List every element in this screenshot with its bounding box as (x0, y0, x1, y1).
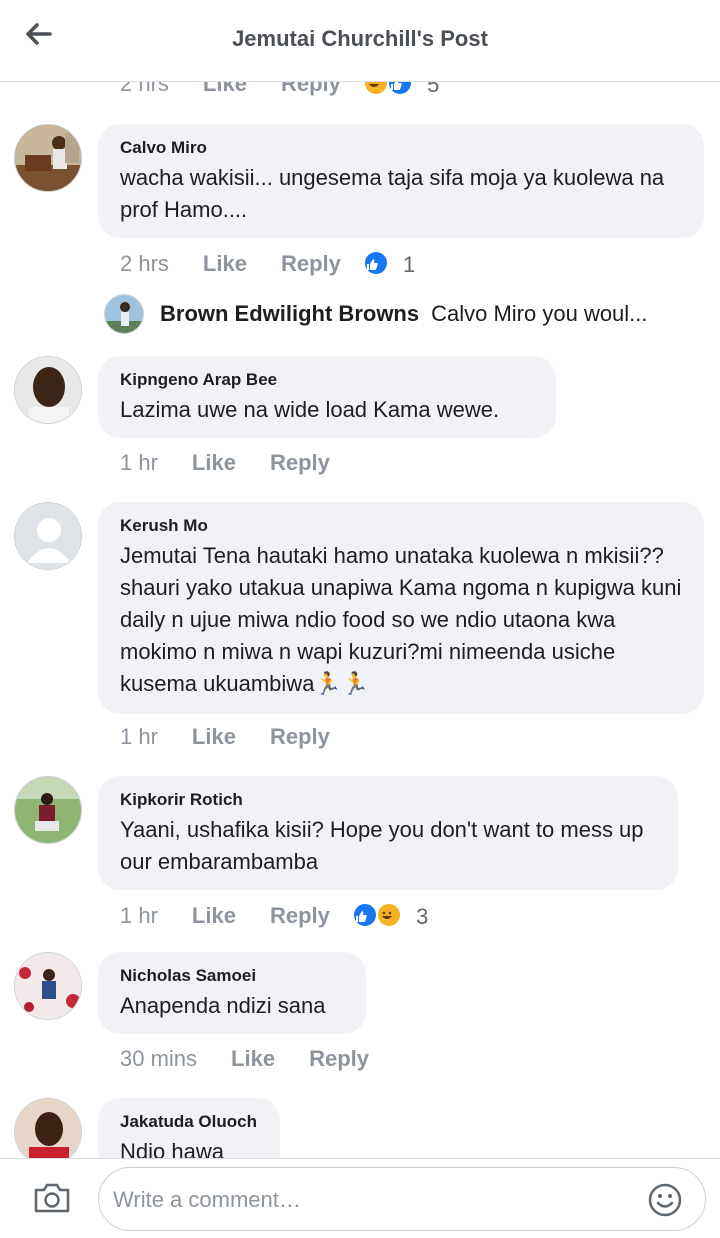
commenter-name[interactable]: Kipkorir Rotich (120, 790, 656, 810)
commenter-name[interactable]: Jakatuda Oluoch (120, 1112, 258, 1132)
commenter-name[interactable]: Kerush Mo (120, 516, 682, 536)
smiley-icon[interactable] (647, 1182, 683, 1218)
reply-link[interactable]: Reply (281, 251, 341, 277)
comment-time: 2 hrs (120, 82, 169, 96)
reply-link[interactable]: Reply (270, 903, 330, 929)
comment-text: wacha wakisii... ungesema taja sifa moja… (120, 165, 665, 222)
reaction-count: 3 (416, 904, 429, 929)
comment-text: Ndio hawa (120, 1139, 224, 1158)
comment-text: Lazima uwe na wide load Kama wewe. (120, 397, 500, 422)
comment-bubble: Kerush Mo Jemutai Tena hautaki hamo unat… (98, 502, 704, 714)
top-bar: Jemutai Churchill's Post (0, 0, 720, 82)
comment-bubble: Nicholas Samoei Anapenda ndizi sana (98, 952, 366, 1034)
haha-reaction-icon (362, 82, 389, 96)
comment-meta-row: 1 hr Like Reply (120, 724, 330, 750)
avatar[interactable] (14, 952, 82, 1020)
comment-bubble: Kipkorir Rotich Yaani, ushafika kisii? H… (98, 776, 678, 890)
comment-composer (0, 1158, 720, 1238)
like-link[interactable]: Like (231, 1046, 275, 1072)
avatar[interactable] (14, 1098, 82, 1158)
reply-link[interactable]: Reply (270, 450, 330, 476)
comment-meta-row: 2 hrs Like Reply 1 (120, 250, 415, 278)
reply-snippet: Calvo Miro you woul... (431, 301, 648, 326)
comment-time: 1 hr (120, 903, 158, 928)
like-link[interactable]: Like (192, 903, 236, 929)
camera-icon[interactable] (32, 1179, 72, 1217)
comment-time: 1 hr (120, 450, 158, 475)
like-link[interactable]: Like (203, 82, 247, 97)
reply-link[interactable]: Reply (309, 1046, 369, 1072)
reaction-count: 5 (427, 82, 440, 97)
reaction-summary[interactable]: 1 (362, 250, 416, 278)
reaction-count: 1 (403, 252, 416, 277)
commenter-name[interactable]: Nicholas Samoei (120, 966, 344, 986)
comment-input-wrapper (98, 1167, 706, 1231)
comment-input[interactable] (113, 1180, 633, 1220)
comment-bubble: Kipngeno Arap Bee Lazima uwe na wide loa… (98, 356, 556, 438)
reaction-summary[interactable]: 3 (351, 902, 429, 930)
default-avatar-icon[interactable] (14, 502, 82, 570)
like-link[interactable]: Like (192, 450, 236, 476)
like-link[interactable]: Like (203, 251, 247, 277)
comments-list: 2 hrs Like Reply 5 Calvo Miro wacha waki… (0, 82, 720, 1158)
avatar[interactable] (14, 356, 82, 424)
reply-link[interactable]: Reply (270, 724, 330, 750)
commenter-name[interactable]: Kipngeno Arap Bee (120, 370, 534, 390)
page-title: Jemutai Churchill's Post (232, 26, 488, 51)
reply-author-name: Brown Edwilight Browns (160, 301, 420, 326)
comment-time: 1 hr (120, 724, 158, 749)
like-reaction-icon (387, 82, 413, 96)
avatar[interactable] (14, 776, 82, 844)
like-link[interactable]: Like (192, 724, 236, 750)
comment-time: 2 hrs (120, 251, 169, 276)
reaction-summary[interactable]: 5 (362, 82, 440, 98)
avatar[interactable] (104, 294, 144, 334)
reply-preview[interactable]: Brown Edwilight Browns Calvo Miro you wo… (104, 294, 648, 334)
comment-meta-row: 1 hr Like Reply (120, 450, 330, 476)
comment-meta-row: 2 hrs Like Reply 5 (120, 82, 439, 98)
comment-text: Anapenda ndizi sana (120, 993, 326, 1018)
avatar[interactable] (14, 124, 82, 192)
comment-bubble: Calvo Miro wacha wakisii... ungesema taj… (98, 124, 704, 238)
comment-text: Yaani, ushafika kisii? Hope you don't wa… (120, 817, 644, 874)
haha-reaction-icon (376, 902, 402, 928)
comment-text: Jemutai Tena hautaki hamo unataka kuolew… (120, 543, 682, 696)
comment-meta-row: 1 hr Like Reply 3 (120, 902, 428, 930)
comment-time: 30 mins (120, 1046, 198, 1071)
comment-meta-row: 30 mins Like Reply (120, 1046, 369, 1072)
like-reaction-icon (362, 250, 389, 276)
like-reaction-icon (351, 902, 378, 928)
commenter-name[interactable]: Calvo Miro (120, 138, 682, 158)
reply-link[interactable]: Reply (281, 82, 341, 97)
comment-bubble: Jakatuda Oluoch Ndio hawa (98, 1098, 280, 1158)
